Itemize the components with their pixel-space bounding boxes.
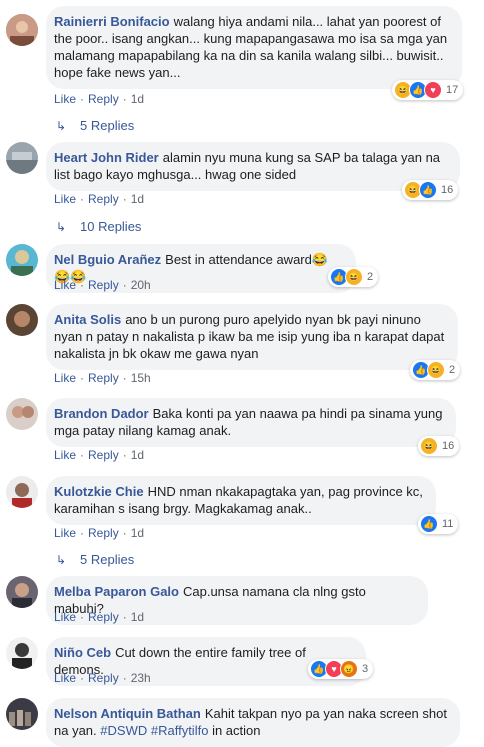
view-replies-link[interactable]: ↳ 5 Replies — [56, 118, 134, 133]
reply-arrow-icon: ↳ — [56, 119, 67, 133]
comment-author[interactable]: Heart John Rider — [54, 150, 159, 165]
like-button[interactable]: Like — [54, 92, 76, 106]
reply-button[interactable]: Reply — [88, 371, 119, 385]
angry-icon: 😠 — [340, 660, 358, 678]
reaction-count: 17 — [446, 84, 459, 96]
reaction-count: 16 — [442, 440, 455, 452]
like-button[interactable]: Like — [54, 671, 76, 685]
avatar[interactable] — [6, 398, 38, 430]
reaction-count: 2 — [367, 271, 374, 283]
haha-icon: 😆 — [427, 361, 445, 379]
comment-author[interactable]: Rainierri Bonifacio — [54, 14, 170, 29]
reply-button[interactable]: Reply — [88, 92, 119, 106]
reply-button[interactable]: Reply — [88, 671, 119, 685]
comment-bubble: Kulotzkie Chie HND nman nkakapagtaka yan,… — [46, 476, 436, 525]
reaction-summary[interactable]: 😆 👍 ♥ 17 — [392, 80, 464, 100]
like-button[interactable]: Like — [54, 192, 76, 206]
like-button[interactable]: Like — [54, 278, 76, 292]
comment-actions: Like · Reply · 1d — [54, 192, 145, 206]
avatar[interactable] — [6, 637, 38, 669]
comment-bubble: Brandon Dador Baka konti pa yan naawa pa … — [46, 398, 456, 447]
avatar[interactable] — [6, 244, 38, 276]
avatar[interactable] — [6, 698, 38, 730]
avatar[interactable] — [6, 576, 38, 608]
comment-actions: Like · Reply · 15h — [54, 371, 151, 385]
reply-button[interactable]: Reply — [88, 448, 119, 462]
reply-arrow-icon: ↳ — [56, 553, 67, 567]
like-button[interactable]: Like — [54, 610, 76, 624]
like-icon: 👍 — [420, 515, 438, 533]
reaction-summary[interactable]: 😆 16 — [418, 436, 460, 456]
reaction-count: 11 — [442, 518, 454, 530]
comment-text: Best in attendance award — [165, 252, 312, 267]
like-button[interactable]: Like — [54, 526, 76, 540]
reply-button[interactable]: Reply — [88, 192, 119, 206]
comment-text: in action — [212, 723, 261, 738]
comment-bubble: Heart John Rider alamin nyu muna kung sa … — [46, 142, 460, 191]
reaction-summary[interactable]: 👍 😆 2 — [410, 360, 461, 380]
avatar[interactable] — [6, 14, 38, 46]
reaction-count: 2 — [449, 364, 456, 376]
comment-actions: Like · Reply · 23h — [54, 671, 151, 685]
reaction-summary[interactable]: 👍 11 — [418, 514, 459, 534]
view-replies-link[interactable]: ↳ 5 Replies — [56, 552, 134, 567]
avatar[interactable] — [6, 304, 38, 336]
reaction-summary[interactable]: 👍 ♥ 😠 3 — [308, 659, 374, 679]
comment-actions: Like · Reply · 1d — [54, 448, 145, 462]
reply-arrow-icon: ↳ — [56, 220, 67, 234]
avatar[interactable] — [6, 476, 38, 508]
view-replies-link[interactable]: ↳ 10 Replies — [56, 219, 141, 234]
comment-actions: Like · Reply · 1d — [54, 526, 145, 540]
reaction-summary[interactable]: 👍 😆 2 — [328, 267, 379, 287]
comment-time[interactable]: 1d — [131, 610, 144, 624]
hashtag-link[interactable]: #DSWD — [100, 723, 147, 738]
reply-button[interactable]: Reply — [88, 526, 119, 540]
comment-actions: Like · Reply · 1d — [54, 92, 145, 106]
comment-author[interactable]: Nel Bguio Arañez — [54, 252, 161, 267]
comment-author[interactable]: Melba Paparon Galo — [54, 584, 179, 599]
comment-author[interactable]: Anita Solis — [54, 312, 121, 327]
avatar[interactable] — [6, 142, 38, 174]
comment-time[interactable]: 15h — [131, 371, 151, 385]
comment-author[interactable]: Brandon Dador — [54, 406, 149, 421]
comment-time[interactable]: 23h — [131, 671, 151, 685]
comment-author[interactable]: Nelson Antiquin Bathan — [54, 706, 201, 721]
comment-actions: Like · Reply · 20h — [54, 278, 151, 292]
comment-time[interactable]: 20h — [131, 278, 151, 292]
comment-bubble: Nelson Antiquin Bathan Kahit takpan nyo p… — [46, 698, 460, 747]
love-icon: ♥ — [424, 81, 442, 99]
comment-time[interactable]: 1d — [131, 192, 144, 206]
reaction-count: 16 — [441, 184, 454, 196]
comment-time[interactable]: 1d — [131, 448, 144, 462]
reaction-summary[interactable]: 😆 👍 16 — [402, 180, 459, 200]
like-button[interactable]: Like — [54, 371, 76, 385]
comment-author[interactable]: Niño Ceb — [54, 645, 111, 660]
reply-button[interactable]: Reply — [88, 610, 119, 624]
like-icon: 👍 — [419, 181, 437, 199]
reaction-count: 3 — [362, 663, 369, 675]
hashtag-link[interactable]: #Raffytilfo — [151, 723, 209, 738]
comment-time[interactable]: 1d — [131, 526, 144, 540]
comment-time[interactable]: 1d — [131, 92, 144, 106]
haha-icon: 😆 — [420, 437, 438, 455]
comment-bubble: Rainierri Bonifacio walang hiya andami ni… — [46, 6, 462, 89]
haha-icon: 😆 — [345, 268, 363, 286]
comment-bubble: Anita Solis ano b un purong puro apelyido… — [46, 304, 458, 370]
comment-actions: Like · Reply · 1d — [54, 610, 145, 624]
reply-button[interactable]: Reply — [88, 278, 119, 292]
comment-author[interactable]: Kulotzkie Chie — [54, 484, 144, 499]
like-button[interactable]: Like — [54, 448, 76, 462]
